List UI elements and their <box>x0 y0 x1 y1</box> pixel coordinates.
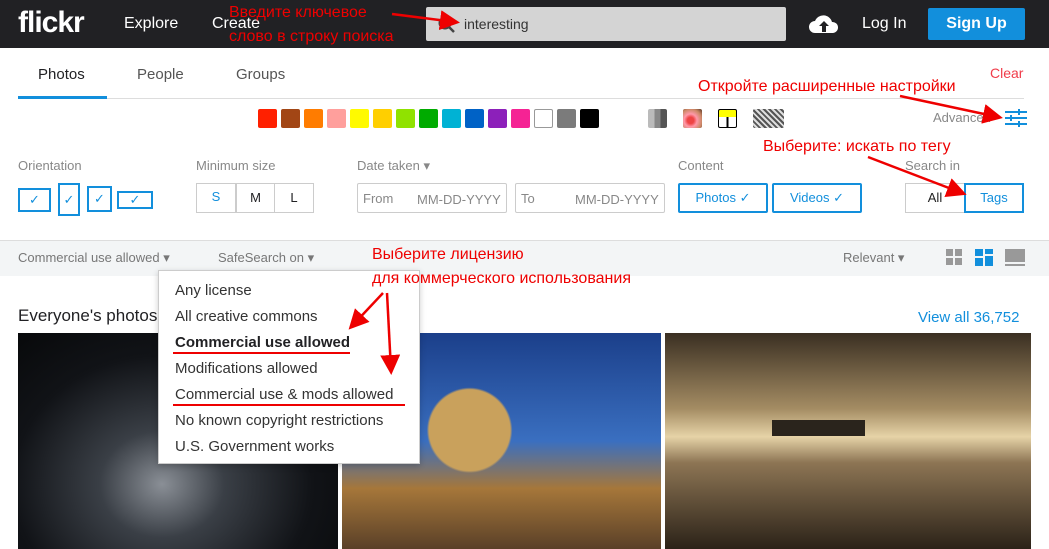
clear-link[interactable]: Clear <box>990 65 1023 81</box>
search-value: interesting <box>464 16 529 32</box>
advanced-sliders-icon[interactable] <box>1005 108 1027 128</box>
orientation-panorama[interactable]: ✓ <box>117 191 153 209</box>
color-swatch[interactable] <box>442 109 461 128</box>
to-placeholder: MM-DD-YYYY <box>575 192 659 207</box>
swatch-minimalism[interactable] <box>718 109 737 128</box>
search-icon <box>438 16 455 33</box>
safesearch-text: SafeSearch on <box>218 250 305 265</box>
annotation-line: Выберите лицензию <box>372 246 524 263</box>
size-medium[interactable]: M <box>236 183 275 213</box>
date-from-input[interactable]: From MM-DD-YYYY <box>357 183 507 213</box>
size-large[interactable]: L <box>274 183 314 213</box>
license-option[interactable]: Commercial use & mods allowed <box>175 386 393 403</box>
color-swatch[interactable] <box>534 109 553 128</box>
tab-people[interactable]: People <box>137 66 184 83</box>
single-view-icon[interactable] <box>1005 249 1025 267</box>
annotation-line: для коммерческого использования <box>372 270 631 287</box>
photos-text: Photos <box>695 190 736 205</box>
license-option[interactable]: No known copyright restrictions <box>175 412 383 429</box>
search-input[interactable]: interesting <box>426 7 786 41</box>
from-label: From <box>363 191 394 206</box>
date-taken-label[interactable]: Date taken ▾ <box>357 158 430 174</box>
advanced-label[interactable]: Advanced <box>933 110 991 125</box>
active-tab-indicator <box>18 96 107 99</box>
license-dropdown[interactable]: Commercial use allowed ▾ <box>18 250 170 266</box>
pier <box>772 420 865 436</box>
to-label: To <box>521 191 535 206</box>
swatch-bw[interactable] <box>648 109 667 128</box>
upload-cloud-icon[interactable] <box>808 12 840 34</box>
license-text: Commercial use allowed <box>18 250 160 265</box>
login-link[interactable]: Log In <box>862 15 906 33</box>
orientation-portrait[interactable]: ✓ <box>58 183 80 216</box>
justified-view-icon[interactable] <box>975 249 993 266</box>
search-in-tags[interactable]: Tags <box>964 183 1024 213</box>
license-menu: Any license All creative commons Commerc… <box>158 270 420 464</box>
color-swatch[interactable] <box>258 109 277 128</box>
license-option[interactable]: Modifications allowed <box>175 360 318 377</box>
color-swatch[interactable] <box>488 109 507 128</box>
from-placeholder: MM-DD-YYYY <box>417 192 501 207</box>
annotation-line: Введите ключевое <box>229 4 367 21</box>
swatch-shallow-dof[interactable] <box>683 109 702 128</box>
license-option-selected[interactable]: Commercial use allowed <box>175 334 350 351</box>
min-size-label: Minimum size <box>196 158 276 173</box>
view-all-link[interactable]: View all 36,752 <box>918 309 1019 326</box>
search-in-all[interactable]: All <box>905 183 965 213</box>
swatch-patterns[interactable] <box>753 109 784 128</box>
results-title: Everyone's photos <box>18 306 158 325</box>
tab-groups[interactable]: Groups <box>236 66 285 83</box>
color-swatch[interactable] <box>373 109 392 128</box>
color-swatch[interactable] <box>396 109 415 128</box>
date-taken-text: Date taken <box>357 158 420 173</box>
orientation-landscape[interactable]: ✓ <box>18 188 51 212</box>
tab-photos[interactable]: Photos <box>38 66 85 83</box>
size-small[interactable]: S <box>196 183 236 213</box>
license-option[interactable]: Any license <box>175 282 252 299</box>
photo-3[interactable] <box>665 333 1031 549</box>
annotation-line: слово в строку поиска <box>229 28 394 45</box>
annotation-search: Введите ключевое слово в строку поиска <box>229 1 394 49</box>
color-swatch[interactable] <box>327 109 346 128</box>
content-photos-toggle[interactable]: Photos ✓ <box>678 183 768 213</box>
color-swatch[interactable] <box>281 109 300 128</box>
annotation-tags: Выберите: искать по тегу <box>763 138 951 155</box>
annotation-license: Выберите лицензию для коммерческого испол… <box>372 243 631 291</box>
color-swatch[interactable] <box>557 109 576 128</box>
color-swatch[interactable] <box>465 109 484 128</box>
color-swatch[interactable] <box>511 109 530 128</box>
annotation-advanced: Откройте расширенные настройки <box>698 78 956 95</box>
content-label: Content <box>678 158 724 173</box>
sort-dropdown[interactable]: Relevant ▾ <box>843 250 904 266</box>
color-swatch[interactable] <box>350 109 369 128</box>
search-in-label: Search in <box>905 158 960 173</box>
color-swatch[interactable] <box>419 109 438 128</box>
signup-button[interactable]: Sign Up <box>928 8 1025 40</box>
grid-view-icon[interactable] <box>946 249 962 265</box>
sort-text: Relevant <box>843 250 895 265</box>
orientation-square[interactable]: ✓ <box>87 186 112 212</box>
safesearch-dropdown[interactable]: SafeSearch on ▾ <box>218 250 314 266</box>
color-swatch[interactable] <box>580 109 599 128</box>
videos-text: Videos <box>789 190 830 205</box>
content-videos-toggle[interactable]: Videos ✓ <box>772 183 862 213</box>
license-option[interactable]: All creative commons <box>175 308 318 325</box>
nav-explore[interactable]: Explore <box>124 15 178 33</box>
flickr-logo[interactable]: flickr <box>18 6 85 40</box>
orientation-label: Orientation <box>18 158 82 173</box>
date-to-input[interactable]: To MM-DD-YYYY <box>515 183 665 213</box>
license-option[interactable]: U.S. Government works <box>175 438 334 455</box>
color-swatch[interactable] <box>304 109 323 128</box>
